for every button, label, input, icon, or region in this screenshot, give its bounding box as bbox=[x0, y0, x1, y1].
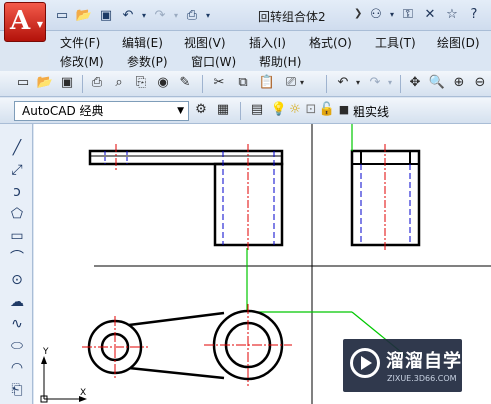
divider bbox=[240, 102, 241, 120]
workspace-toolbar: AutoCAD 经典 ▼ ⚙ ▦ ▤ 💡 ☼ ⊡ 🔓 ■ 粗实线 bbox=[0, 98, 491, 124]
layer-properties-icon[interactable]: ▤ bbox=[248, 101, 266, 119]
new-icon[interactable]: ▭ bbox=[14, 74, 32, 92]
spline-icon[interactable]: ∿ bbox=[7, 314, 27, 334]
window-title: 回转组合体2 bbox=[258, 10, 326, 24]
circle-icon[interactable]: ⊙ bbox=[7, 270, 27, 290]
menu-draw[interactable]: 绘图(D) bbox=[437, 34, 480, 51]
print-icon[interactable]: ⎙ bbox=[88, 74, 106, 92]
standard-toolbar: ▭ 📂 ▣ ⎙ ⌕ ⎘ ◉ ✎ ✂ ⧉ 📋 ⎚ ▾ ↶ ▾ ↷ ▾ ✥ 🔍 ⊕ … bbox=[0, 71, 491, 97]
menu-help[interactable]: 帮助(H) bbox=[259, 53, 301, 70]
undo-dropdown-icon[interactable]: ▾ bbox=[140, 6, 148, 26]
edit-icon[interactable]: ✎ bbox=[176, 74, 194, 92]
publish-icon[interactable]: ⎘ bbox=[132, 74, 150, 92]
customize-workspace-icon[interactable]: ▦ bbox=[214, 101, 232, 119]
title-more-icon[interactable]: ❯ bbox=[354, 8, 362, 19]
menu-insert[interactable]: 插入(I) bbox=[249, 34, 286, 51]
current-layer-name[interactable]: 粗实线 bbox=[353, 103, 389, 120]
watermark-url: ZIXUE.3D66.COM bbox=[387, 374, 457, 383]
copy-icon[interactable]: ⧉ bbox=[234, 74, 252, 92]
workspace-settings-icon[interactable]: ⚙ bbox=[192, 101, 210, 119]
binoculars-dropdown-icon[interactable]: ▾ bbox=[388, 5, 396, 25]
redo-dropdown-icon[interactable]: ▾ bbox=[172, 6, 180, 26]
zoom-realtime-icon[interactable]: 🔍 bbox=[428, 74, 446, 92]
layer-unlock-icon[interactable]: 🔓 bbox=[318, 101, 336, 119]
undo-dropdown-icon[interactable]: ▾ bbox=[354, 74, 362, 92]
watermark-title: 溜溜自学 bbox=[386, 351, 462, 372]
ucs-icon: Y X bbox=[40, 347, 87, 403]
binoculars-icon[interactable]: ⚇ bbox=[366, 5, 386, 25]
paste-icon[interactable]: 📋 bbox=[258, 74, 276, 92]
menu-parameters[interactable]: 参数(P) bbox=[127, 53, 168, 70]
menu-format[interactable]: 格式(O) bbox=[309, 34, 352, 51]
polyline-icon[interactable]: ↄ bbox=[7, 182, 27, 202]
application-menu-button[interactable]: A ▼ bbox=[4, 2, 46, 42]
redo-icon[interactable]: ↷ bbox=[366, 74, 384, 92]
line-icon[interactable]: ╱ bbox=[7, 138, 27, 158]
ellipse-arc-icon[interactable]: ◠ bbox=[7, 358, 27, 378]
save-icon[interactable]: ▣ bbox=[96, 6, 116, 26]
undo-icon[interactable]: ↶ bbox=[334, 74, 352, 92]
print-icon[interactable]: ⎙ bbox=[182, 6, 202, 26]
communication-icon[interactable]: ✕ bbox=[420, 5, 440, 25]
redo-icon[interactable]: ↷ bbox=[150, 6, 170, 26]
workspace-select[interactable]: AutoCAD 经典 ▼ bbox=[14, 101, 189, 121]
arc-icon[interactable]: ⌒ bbox=[7, 248, 27, 268]
ellipse-icon[interactable]: ⬭ bbox=[7, 336, 27, 356]
zoom-window-icon[interactable]: ⊕ bbox=[450, 74, 468, 92]
chevron-down-icon: ▼ bbox=[36, 20, 43, 29]
top-view-arm-edge bbox=[128, 366, 225, 380]
divider bbox=[202, 75, 203, 93]
title-bar: ▭ 📂 ▣ ↶ ▾ ↷ ▾ ⎙ ▾ 回转组合体2 ❯ ⚇ ▾ ⚿ ✕ ☆ ? bbox=[0, 0, 491, 31]
menu-file[interactable]: 文件(F) bbox=[60, 34, 100, 51]
quick-access-toolbar: ▭ 📂 ▣ ↶ ▾ ↷ ▾ ⎙ ▾ bbox=[52, 6, 212, 26]
chevron-down-icon: ▼ bbox=[177, 106, 184, 116]
qat-customize-icon[interactable]: ▾ bbox=[204, 6, 212, 26]
save-icon[interactable]: ▣ bbox=[58, 74, 76, 92]
undo-icon[interactable]: ↶ bbox=[118, 6, 138, 26]
new-icon[interactable]: ▭ bbox=[52, 6, 72, 26]
menu-bar: 文件(F) 编辑(E) 视图(V) 插入(I) 格式(O) 工具(T) 绘图(D… bbox=[48, 31, 491, 71]
info-center: ⚇ ▾ ⚿ ✕ ☆ ? bbox=[366, 5, 484, 25]
play-icon bbox=[350, 348, 380, 378]
divider bbox=[400, 75, 401, 93]
divider bbox=[326, 75, 327, 93]
menu-window[interactable]: 窗口(W) bbox=[191, 53, 236, 70]
divider bbox=[82, 75, 83, 93]
front-view-arm bbox=[88, 149, 284, 166]
ucs-x-label: X bbox=[80, 388, 86, 398]
menu-modify[interactable]: 修改(M) bbox=[60, 53, 104, 70]
workspace-select-value: AutoCAD 经典 bbox=[22, 104, 104, 118]
construction-line-icon[interactable]: ⤢ bbox=[7, 160, 27, 180]
star-icon[interactable]: ☆ bbox=[442, 5, 462, 25]
menu-tools[interactable]: 工具(T) bbox=[375, 34, 416, 51]
redo-dropdown-icon[interactable]: ▾ bbox=[386, 74, 394, 92]
menu-edit[interactable]: 编辑(E) bbox=[122, 34, 163, 51]
insert-block-icon[interactable]: ⎗ bbox=[7, 380, 27, 400]
key-icon[interactable]: ⚿ bbox=[398, 5, 418, 25]
autocad-logo-icon: A bbox=[10, 6, 31, 36]
draw-toolbar: ╱ ⤢ ↄ ⬠ ▭ ⌒ ⊙ ☁ ∿ ⬭ ◠ ⎗ bbox=[0, 124, 33, 404]
cut-icon[interactable]: ✂ bbox=[210, 74, 228, 92]
top-view-arm-edge bbox=[128, 311, 225, 327]
ucs-y-label: Y bbox=[42, 347, 49, 357]
polygon-icon[interactable]: ⬠ bbox=[7, 204, 27, 224]
revision-cloud-icon[interactable]: ☁ bbox=[7, 292, 27, 312]
3d-dwf-icon[interactable]: ◉ bbox=[154, 74, 172, 92]
zoom-previous-icon[interactable]: ⊖ bbox=[471, 74, 489, 92]
help-icon[interactable]: ? bbox=[464, 5, 484, 25]
match-properties-dropdown-icon[interactable]: ▾ bbox=[298, 74, 306, 92]
open-icon[interactable]: 📂 bbox=[36, 74, 54, 92]
print-preview-icon[interactable]: ⌕ bbox=[110, 74, 128, 92]
pan-icon[interactable]: ✥ bbox=[406, 74, 424, 92]
rectangle-icon[interactable]: ▭ bbox=[7, 226, 27, 246]
layer-color-swatch-icon: ■ bbox=[338, 103, 350, 116]
watermark-logo: 溜溜自学 ZIXUE.3D66.COM bbox=[343, 339, 462, 392]
open-icon[interactable]: 📂 bbox=[74, 6, 94, 26]
menu-view[interactable]: 视图(V) bbox=[184, 34, 226, 51]
